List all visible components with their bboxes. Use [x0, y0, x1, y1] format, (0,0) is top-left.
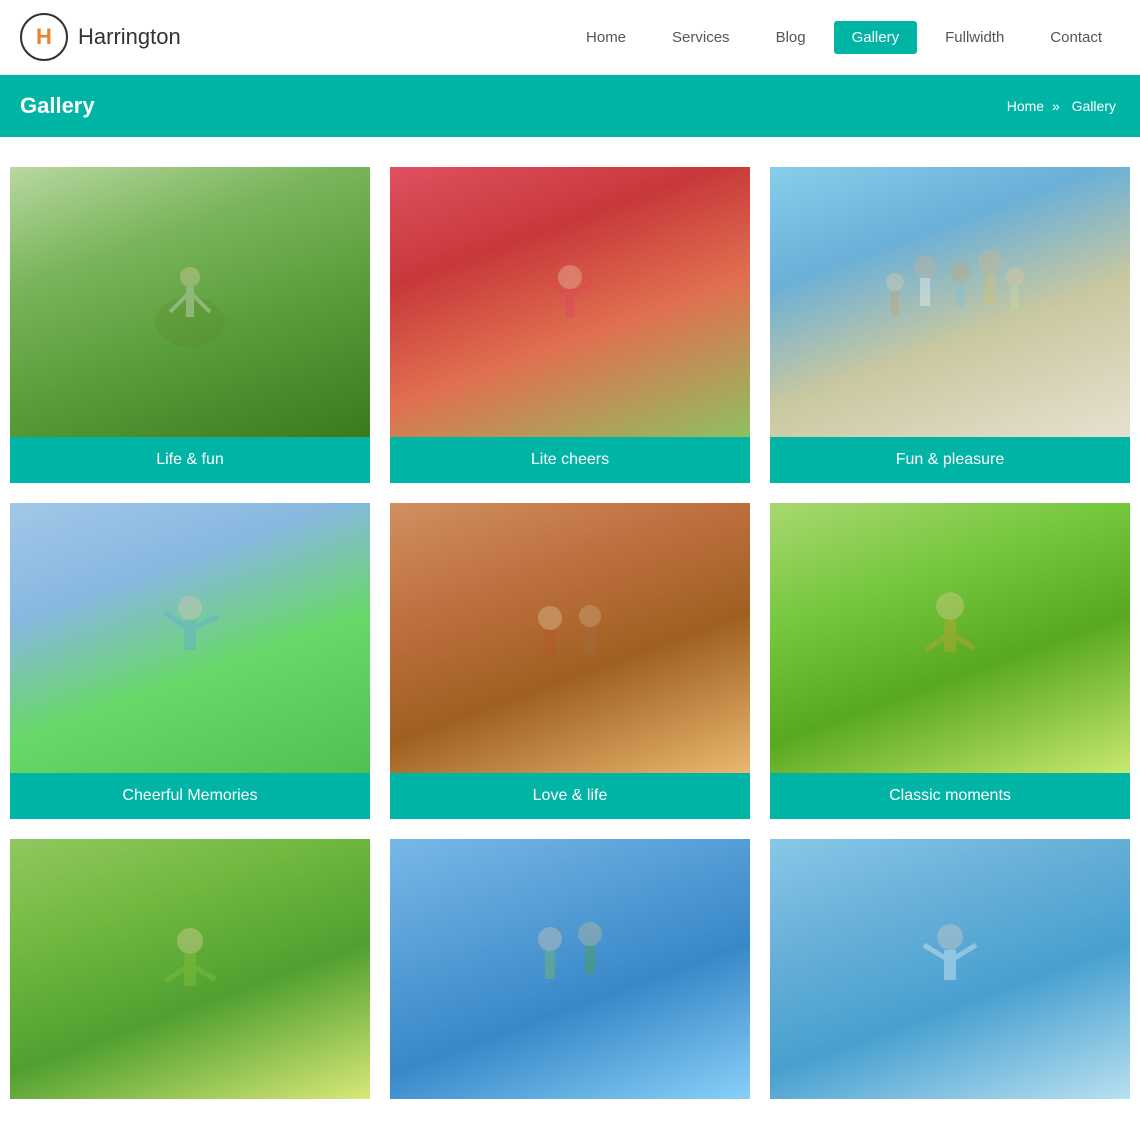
gallery-item-7[interactable] — [10, 839, 370, 1099]
gallery-item-8[interactable] — [390, 839, 750, 1099]
gallery-caption-4: Cheerful Memories — [10, 773, 370, 819]
breadcrumb: Home » Gallery — [1007, 98, 1120, 114]
gallery-item-3[interactable]: Fun & pleasure — [770, 167, 1130, 483]
gallery-caption-6: Classic moments — [770, 773, 1130, 819]
gallery-item-9[interactable] — [770, 839, 1130, 1099]
caption-text-2: Lite cheers — [531, 451, 609, 468]
gallery-image-6 — [770, 503, 1130, 773]
gallery-item-1[interactable]: Life & fun — [10, 167, 370, 483]
gallery-image-5 — [390, 503, 750, 773]
nav-gallery[interactable]: Gallery — [834, 21, 918, 54]
gallery-image-1 — [10, 167, 370, 437]
gallery-image-2 — [390, 167, 750, 437]
caption-text-6: Classic moments — [889, 787, 1011, 804]
nav-blog[interactable]: Blog — [758, 21, 824, 54]
logo-name: Harrington — [78, 24, 181, 50]
nav-services[interactable]: Services — [654, 21, 748, 54]
breadcrumb-home-link[interactable]: Home — [1007, 98, 1044, 114]
gallery-item-4[interactable]: Cheerful Memories — [10, 503, 370, 819]
caption-text-5: Love & life — [533, 787, 608, 804]
nav-contact[interactable]: Contact — [1032, 21, 1120, 54]
caption-text-3: Fun & pleasure — [896, 451, 1005, 468]
gallery-image-9 — [770, 839, 1130, 1099]
site-header: H Harrington Home Services Blog Gallery … — [0, 0, 1140, 75]
breadcrumb-separator: » — [1052, 98, 1060, 114]
gallery-caption-3: Fun & pleasure — [770, 437, 1130, 483]
gallery-image-3 — [770, 167, 1130, 437]
caption-text-4: Cheerful Memories — [122, 787, 257, 804]
gallery-caption-5: Love & life — [390, 773, 750, 819]
main-nav: Home Services Blog Gallery Fullwidth Con… — [568, 21, 1120, 54]
gallery-grid: Life & fun Lite cheers — [10, 167, 1130, 1099]
gallery-image-4 — [10, 503, 370, 773]
gallery-image-8 — [390, 839, 750, 1099]
gallery-section: Life & fun Lite cheers — [0, 137, 1140, 1129]
gallery-caption-1: Life & fun — [10, 437, 370, 483]
breadcrumb-bar: Gallery Home » Gallery — [0, 75, 1140, 137]
gallery-caption-2: Lite cheers — [390, 437, 750, 483]
gallery-image-7 — [10, 839, 370, 1099]
logo-circle: H — [20, 13, 68, 61]
logo-letter: H — [36, 24, 52, 50]
caption-text-1: Life & fun — [156, 451, 224, 468]
nav-fullwidth[interactable]: Fullwidth — [927, 21, 1022, 54]
page-title: Gallery — [20, 93, 95, 119]
nav-home[interactable]: Home — [568, 21, 644, 54]
gallery-item-2[interactable]: Lite cheers — [390, 167, 750, 483]
gallery-item-5[interactable]: Love & life — [390, 503, 750, 819]
breadcrumb-current: Gallery — [1072, 98, 1116, 114]
site-logo[interactable]: H Harrington — [20, 13, 181, 61]
gallery-item-6[interactable]: Classic moments — [770, 503, 1130, 819]
